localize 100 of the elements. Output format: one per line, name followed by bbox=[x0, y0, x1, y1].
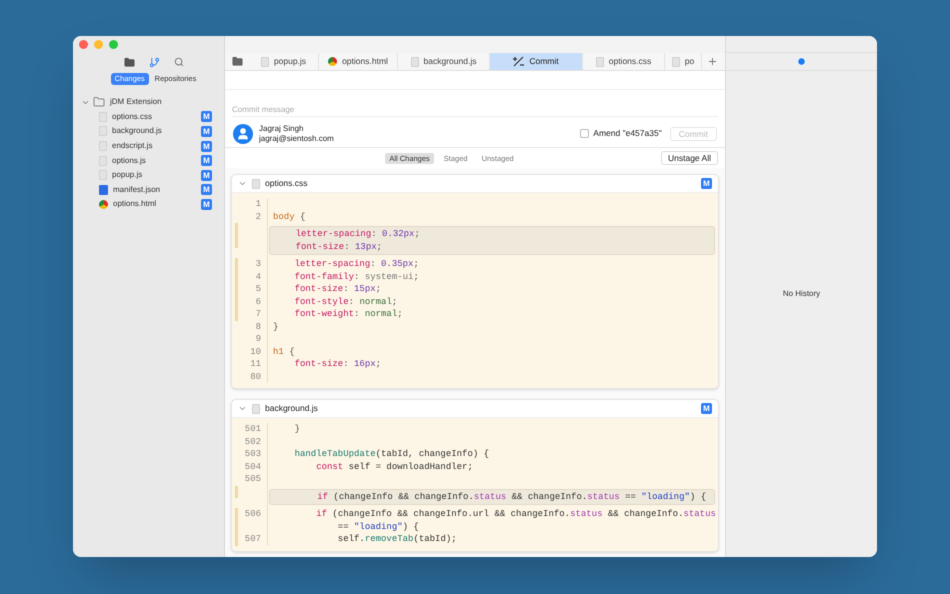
file-name: options.css bbox=[112, 110, 154, 123]
file-icon bbox=[410, 56, 419, 66]
amend-label: Amend "e457a35" bbox=[593, 127, 662, 140]
chevron-icon[interactable] bbox=[238, 404, 247, 413]
file-row[interactable]: options.html M bbox=[73, 197, 224, 212]
code-line: letter-spacing: 0.32px; bbox=[294, 228, 421, 240]
file-icon bbox=[252, 178, 260, 188]
modified-badge: M bbox=[201, 111, 212, 122]
folder-icon[interactable] bbox=[124, 56, 134, 68]
file-name: popup.js bbox=[112, 169, 144, 182]
author-name: Jagraj Singh bbox=[259, 124, 304, 134]
file-name: background.js bbox=[112, 125, 163, 138]
file-name: background.js bbox=[265, 402, 319, 415]
search-icon[interactable] bbox=[174, 57, 184, 67]
line-number: 506 bbox=[244, 508, 261, 520]
line-number: 502 bbox=[244, 436, 261, 448]
file-icon bbox=[252, 404, 260, 414]
file-icon bbox=[99, 126, 107, 136]
file-icon bbox=[596, 56, 604, 66]
html-file-icon bbox=[328, 57, 338, 66]
editor-tab[interactable]: po bbox=[665, 53, 702, 70]
file-name: endscript.js bbox=[112, 140, 154, 152]
modified-badge: M bbox=[701, 178, 712, 189]
file-icon bbox=[672, 56, 680, 66]
code-line: font-style: normal; bbox=[294, 296, 398, 308]
line-number: 505 bbox=[244, 473, 261, 486]
file-name: options.js bbox=[112, 154, 147, 167]
editor-tab[interactable]: options.html bbox=[319, 53, 398, 70]
editor-tab[interactable]: options.css bbox=[583, 53, 665, 70]
modified-badge: M bbox=[201, 184, 212, 196]
line-number: 6 bbox=[256, 296, 261, 308]
line-number: 504 bbox=[244, 460, 261, 473]
file-row[interactable]: background.js M bbox=[73, 124, 224, 139]
line-number: 80 bbox=[250, 370, 261, 383]
code-line: == "loading") { bbox=[336, 520, 419, 533]
code-line: font-family: system-ui; bbox=[294, 270, 419, 283]
file-name: options.css bbox=[265, 177, 309, 190]
zoom-button[interactable] bbox=[109, 40, 118, 49]
code-line: } bbox=[272, 320, 278, 333]
line-number: 503 bbox=[244, 448, 261, 460]
editor-tab[interactable]: popup.js bbox=[249, 53, 319, 70]
file-row[interactable]: options.css M bbox=[73, 110, 224, 124]
file-row[interactable]: manifest.json M bbox=[73, 182, 224, 198]
code-line: body { bbox=[272, 210, 306, 223]
file-row[interactable]: popup.js M bbox=[73, 168, 224, 183]
chevron-icon[interactable] bbox=[238, 179, 247, 188]
file-row[interactable]: options.js M bbox=[73, 153, 224, 168]
unstage-all-button[interactable]: Unstage All bbox=[661, 151, 718, 165]
code-line: font-weight: normal; bbox=[294, 308, 403, 320]
folder-icon[interactable] bbox=[232, 56, 242, 67]
file-icon bbox=[99, 156, 107, 166]
modified-badge: M bbox=[201, 170, 212, 181]
code-line: self.removeTab(tabId); bbox=[336, 533, 457, 546]
modified-badge: M bbox=[701, 403, 712, 414]
avatar-icon bbox=[233, 124, 253, 144]
line-number: 7 bbox=[256, 308, 261, 320]
line-number: 8 bbox=[256, 320, 261, 333]
modified-badge: M bbox=[201, 126, 212, 137]
file-icon bbox=[260, 56, 269, 66]
code-line: const self = downloadHandler; bbox=[315, 460, 473, 473]
author-email: jagraj@sientosh.com bbox=[259, 134, 334, 144]
diff-icon bbox=[513, 56, 524, 67]
code-line: letter-spacing: 0.35px; bbox=[294, 258, 419, 270]
close-button[interactable] bbox=[79, 40, 88, 49]
file-icon bbox=[99, 170, 107, 180]
add-tab-icon[interactable] bbox=[707, 56, 718, 67]
line-number: 9 bbox=[256, 333, 261, 346]
file-name: jDM Extension bbox=[110, 96, 163, 108]
line-number: 1 bbox=[256, 198, 261, 210]
folder-row[interactable]: jDM Extension bbox=[73, 95, 224, 110]
line-number: 11 bbox=[250, 358, 261, 370]
code-line: if (changeInfo && changeInfo.url && changeInfo.status && changeInfo.status bbox=[315, 508, 716, 520]
code-line: h1 { bbox=[272, 346, 295, 358]
branch-icon[interactable] bbox=[148, 56, 160, 68]
file-name: manifest.json bbox=[113, 184, 162, 196]
file-row[interactable]: endscript.js M bbox=[73, 138, 224, 154]
line-number: 3 bbox=[256, 258, 261, 270]
line-number: 10 bbox=[250, 346, 261, 358]
folder-icon bbox=[93, 96, 105, 108]
line-number: 4 bbox=[256, 270, 261, 283]
code-line: if (changeInfo && changeInfo.status && changeInfo.status == "loading") { bbox=[316, 490, 708, 503]
json-file-icon bbox=[99, 184, 108, 195]
code-line: } bbox=[294, 423, 300, 436]
empty-history-text: No History bbox=[782, 288, 820, 300]
file-name: options.html bbox=[113, 198, 158, 210]
editor-tab[interactable]: Commit bbox=[490, 53, 583, 70]
modified-badge: M bbox=[201, 140, 212, 152]
line-number: 501 bbox=[244, 423, 261, 436]
line-number: 5 bbox=[256, 283, 261, 296]
code-line: font-size: 15px; bbox=[294, 283, 382, 296]
file-icon bbox=[99, 112, 107, 122]
code-line: font-size: 16px; bbox=[294, 358, 382, 370]
amend-checkbox[interactable] bbox=[580, 129, 590, 138]
modified-badge: M bbox=[201, 155, 212, 166]
line-number: 507 bbox=[244, 533, 261, 546]
code-line: handleTabUpdate(tabId, changeInfo) { bbox=[294, 448, 490, 460]
commit-message-field[interactable]: Commit message bbox=[232, 105, 718, 117]
code-line: font-size: 13px; bbox=[294, 240, 384, 253]
file-icon bbox=[99, 141, 107, 152]
modified-badge: M bbox=[201, 198, 212, 210]
